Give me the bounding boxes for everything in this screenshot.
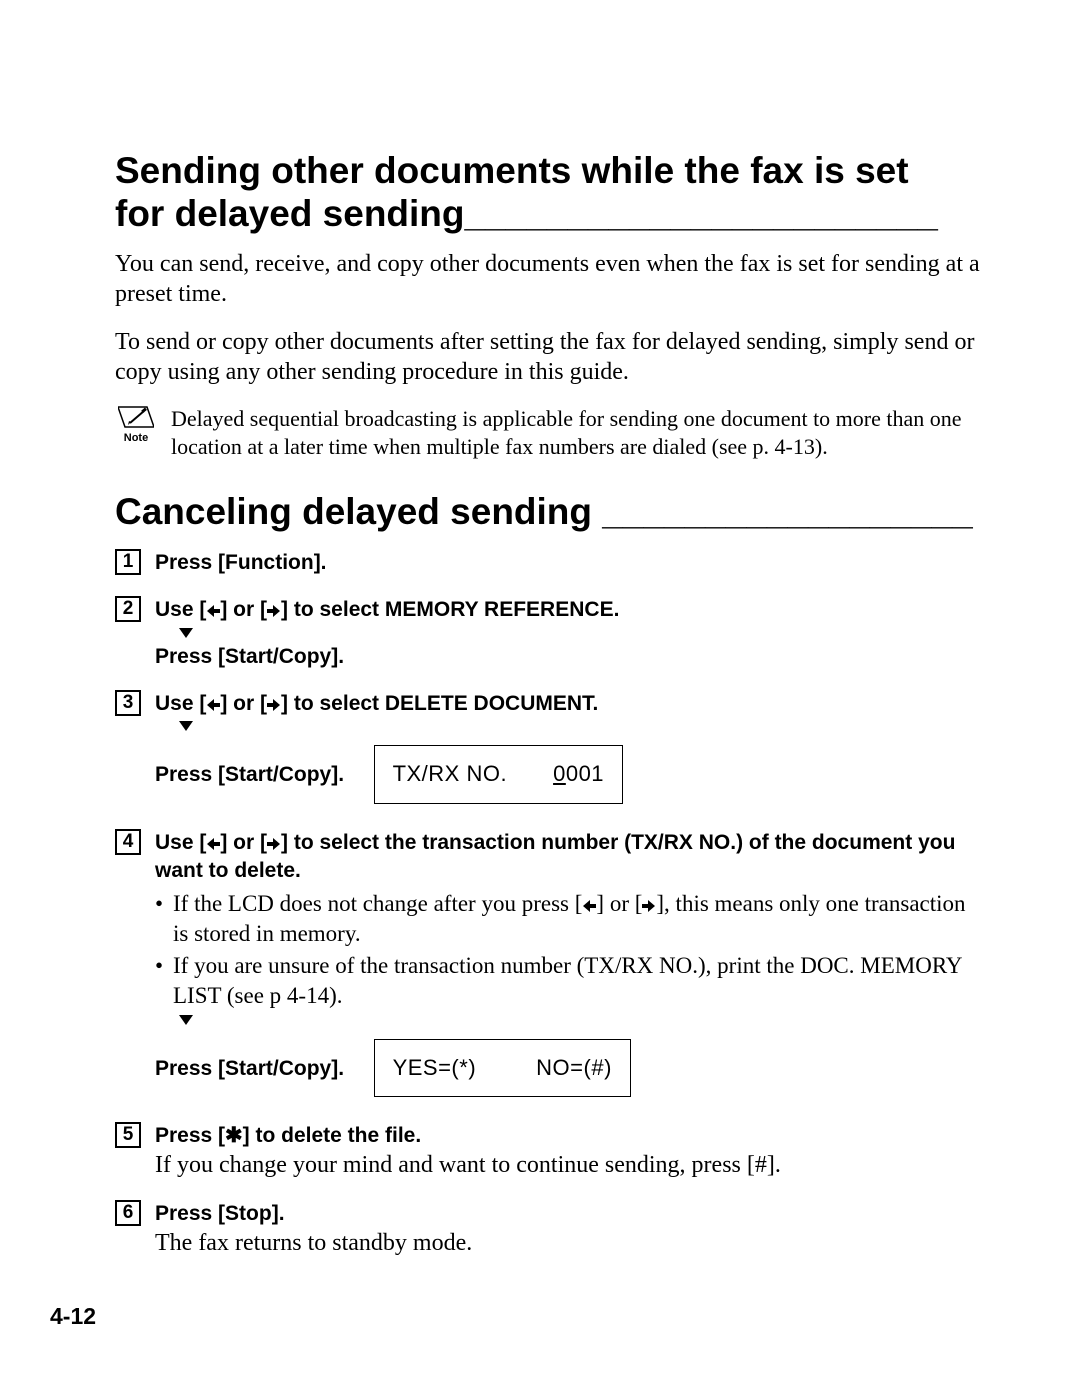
arrow-left-icon bbox=[582, 899, 596, 913]
text: Press [ bbox=[155, 1124, 225, 1147]
arrow-right-icon bbox=[267, 604, 281, 618]
section1-para1: You can send, receive, and copy other do… bbox=[115, 249, 981, 309]
step4-bullets: If the LCD does not change after you pre… bbox=[155, 889, 981, 1011]
down-triangle-icon bbox=[179, 628, 193, 638]
lcd-yes: YES=(*) bbox=[393, 1055, 477, 1080]
step-1: 1 Press [Function]. bbox=[115, 548, 981, 577]
step-body: Press [✱] to delete the file. If you cha… bbox=[155, 1121, 981, 1181]
arrow-left-icon bbox=[206, 837, 220, 851]
note-text: Delayed sequential broadcasting is appli… bbox=[171, 405, 981, 461]
step-number: 1 bbox=[115, 549, 141, 575]
lcd-no: NO=(#) bbox=[536, 1055, 612, 1080]
step2-line1: Use [ ] or [ ] to select MEMORY REFERENCE. bbox=[155, 598, 619, 621]
arrow-right-icon bbox=[642, 899, 656, 913]
text: If the LCD does not change after you pre… bbox=[173, 891, 582, 916]
step-4: 4 Use [] or [] to select the transaction… bbox=[115, 828, 981, 1103]
heading-line-1: Sending other documents while the fax is… bbox=[115, 150, 909, 191]
step6-bold: Press [Stop]. bbox=[155, 1202, 285, 1225]
step3-press: Press [Start/Copy]. bbox=[155, 763, 344, 786]
down-triangle-icon bbox=[179, 1015, 193, 1025]
lcd-display: YES=(*) NO=(#) bbox=[374, 1039, 631, 1097]
step-body: Use [] or [] to select the transaction n… bbox=[155, 828, 981, 1103]
step4-press: Press [Start/Copy]. bbox=[155, 1057, 344, 1080]
step-number: 4 bbox=[115, 829, 141, 855]
lcd-value-rest: 001 bbox=[566, 761, 604, 786]
step2-press: Press [Start/Copy]. bbox=[155, 645, 344, 668]
step3-line1: Use [ ] or [ ] to select DELETE DOCUMENT. bbox=[155, 692, 598, 715]
lcd-value-underlined: 0 bbox=[553, 761, 566, 786]
list-item: If the LCD does not change after you pre… bbox=[155, 889, 981, 949]
heading-line-2-text: for delayed sending bbox=[115, 193, 465, 234]
lcd-label: TX/RX NO. bbox=[393, 761, 508, 786]
step-6: 6 Press [Stop]. The fax returns to stand… bbox=[115, 1199, 981, 1259]
heading-rule: _______________________ bbox=[465, 193, 938, 236]
down-triangle-icon bbox=[179, 721, 193, 731]
step-number: 2 bbox=[115, 596, 141, 622]
step-number: 6 bbox=[115, 1200, 141, 1226]
text: ] to select MEMORY REFERENCE. bbox=[281, 598, 619, 621]
text: ] or [ bbox=[220, 598, 267, 621]
arrow-left-icon bbox=[206, 698, 220, 712]
pencil-parallelogram-icon bbox=[118, 405, 154, 429]
heading-canceling-delayed: Canceling delayed sending ______________… bbox=[115, 491, 981, 534]
step-5: 5 Press [✱] to delete the file. If you c… bbox=[115, 1121, 981, 1181]
heading2-rule: __________________ bbox=[602, 491, 972, 534]
page: Sending other documents while the fax is… bbox=[0, 0, 1080, 1381]
step5-plain: If you change your mind and want to cont… bbox=[155, 1152, 781, 1178]
note-label: Note bbox=[115, 431, 157, 445]
step-number: 3 bbox=[115, 690, 141, 716]
step-body: Press [Function]. bbox=[155, 548, 981, 577]
step-body: Use [] or [] to select DELETE DOCUMENT. … bbox=[155, 689, 981, 810]
step-3: 3 Use [ ] or [ ] to select DELETE DOCUMENT… bbox=[115, 689, 981, 810]
text: ] to select DELETE DOCUMENT. bbox=[281, 692, 598, 715]
step4-line1: Use [] or [] to select the transaction n… bbox=[155, 831, 955, 883]
step1-text: Press [Function]. bbox=[155, 551, 327, 574]
list-item: If you are unsure of the transaction num… bbox=[155, 951, 981, 1011]
text: ] or [ bbox=[220, 831, 267, 854]
star-symbol: ✱ bbox=[225, 1124, 243, 1147]
step-number: 5 bbox=[115, 1122, 141, 1148]
arrow-right-icon bbox=[267, 837, 281, 851]
steps-list: 1 Press [Function]. 2 Use [ ] or [ ] to se… bbox=[115, 548, 981, 1258]
text: Use [ bbox=[155, 598, 206, 621]
step5-bold: Press [✱] to delete the file. bbox=[155, 1124, 421, 1147]
heading-sending-other-docs: Sending other documents while the fax is… bbox=[115, 150, 981, 235]
text: ] or [ bbox=[596, 891, 642, 916]
arrow-left-icon bbox=[206, 604, 220, 618]
heading2-text: Canceling delayed sending bbox=[115, 491, 602, 532]
text: ] or [ bbox=[220, 692, 267, 715]
lcd-display: TX/RX NO. 0001 bbox=[374, 745, 623, 803]
page-number: 4-12 bbox=[50, 1302, 96, 1331]
text: ] to delete the file. bbox=[243, 1124, 422, 1147]
note-icon: Note bbox=[115, 405, 157, 445]
section1-para2: To send or copy other documents after se… bbox=[115, 327, 981, 387]
note-block: Note Delayed sequential broadcasting is … bbox=[115, 405, 981, 461]
arrow-right-icon bbox=[267, 698, 281, 712]
text: Use [ bbox=[155, 831, 206, 854]
text: Use [ bbox=[155, 692, 206, 715]
step-body: Use [ ] or [ ] to select MEMORY REFERENCE.… bbox=[155, 595, 981, 671]
step-body: Press [Stop]. The fax returns to standby… bbox=[155, 1199, 981, 1259]
step-2: 2 Use [ ] or [ ] to select MEMORY REFERENC… bbox=[115, 595, 981, 671]
step6-plain: The fax returns to standby mode. bbox=[155, 1230, 472, 1256]
